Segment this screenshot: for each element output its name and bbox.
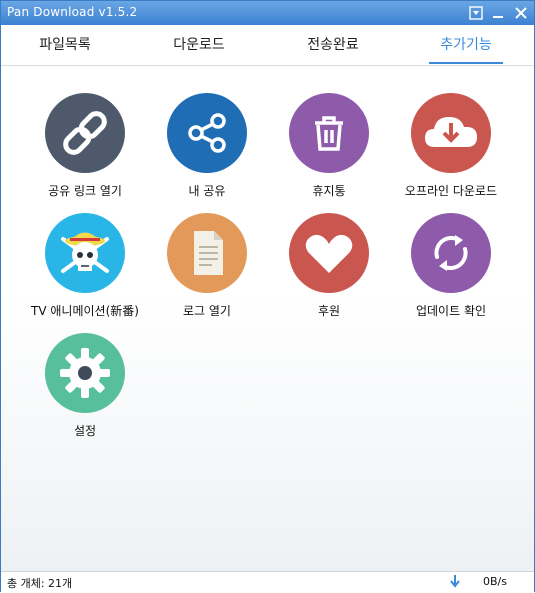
tab-completed[interactable]: 전송완료: [295, 25, 371, 65]
menu-dropdown-icon[interactable]: [467, 4, 485, 22]
feature-tv-anime[interactable]: TV 애니메이션(新番): [24, 213, 146, 319]
tab-file-list[interactable]: 파일목록: [27, 25, 103, 65]
minimize-icon[interactable]: [489, 4, 507, 22]
feature-label: 휴지통: [312, 184, 346, 198]
skull-icon[interactable]: [45, 213, 125, 293]
refresh-icon[interactable]: [411, 213, 491, 293]
link-icon[interactable]: [45, 93, 125, 173]
tab-bar: 파일목록 다운로드 전송완료 추가기능: [1, 25, 534, 66]
features-panel: 공유 링크 열기 내 공유 휴지통 오프라인 다운로드 TV 애니메이션(新番)…: [1, 66, 534, 571]
feature-settings[interactable]: 설정: [24, 333, 146, 439]
feature-label: 공유 링크 열기: [48, 184, 122, 198]
feature-label: 설정: [73, 424, 97, 438]
tab-extras[interactable]: 추가기능: [429, 25, 503, 65]
heart-icon[interactable]: [289, 213, 369, 293]
app-window: Pan Download v1.5.2 파일목록 다운로드 전송완료 추가기능: [0, 0, 535, 593]
feature-label: 업데이트 확인: [415, 304, 487, 318]
feature-offline-download[interactable]: 오프라인 다운로드: [390, 93, 512, 199]
feature-label: 오프라인 다운로드: [404, 184, 498, 198]
feature-open-log[interactable]: 로그 열기: [146, 213, 268, 319]
download-arrow-icon: [449, 574, 461, 592]
feature-open-share-link[interactable]: 공유 링크 열기: [24, 93, 146, 199]
feature-check-update[interactable]: 업데이트 확인: [390, 213, 512, 319]
feature-my-shares[interactable]: 내 공유: [146, 93, 268, 199]
total-items-count: 총 개체: 21개: [7, 577, 73, 590]
feature-donate[interactable]: 후원: [268, 213, 390, 319]
close-icon[interactable]: [512, 4, 530, 22]
cloud-download-icon[interactable]: [411, 93, 491, 173]
active-tab-indicator: [429, 62, 503, 64]
document-icon[interactable]: [167, 213, 247, 293]
trash-icon[interactable]: [289, 93, 369, 173]
gear-icon[interactable]: [45, 333, 125, 413]
window-title: Pan Download v1.5.2: [7, 5, 138, 19]
feature-label: 로그 열기: [183, 304, 231, 318]
feature-trash[interactable]: 휴지통: [268, 93, 390, 199]
feature-label: TV 애니메이션(新番): [31, 304, 139, 318]
feature-label: 후원: [317, 304, 341, 318]
tab-downloads[interactable]: 다운로드: [161, 25, 237, 65]
download-speed: 0B/s: [483, 575, 507, 588]
title-bar[interactable]: Pan Download v1.5.2: [1, 1, 534, 25]
feature-label: 내 공유: [188, 184, 226, 198]
status-bar: 총 개체: 21개 0B/s: [1, 571, 534, 593]
share-icon[interactable]: [167, 93, 247, 173]
